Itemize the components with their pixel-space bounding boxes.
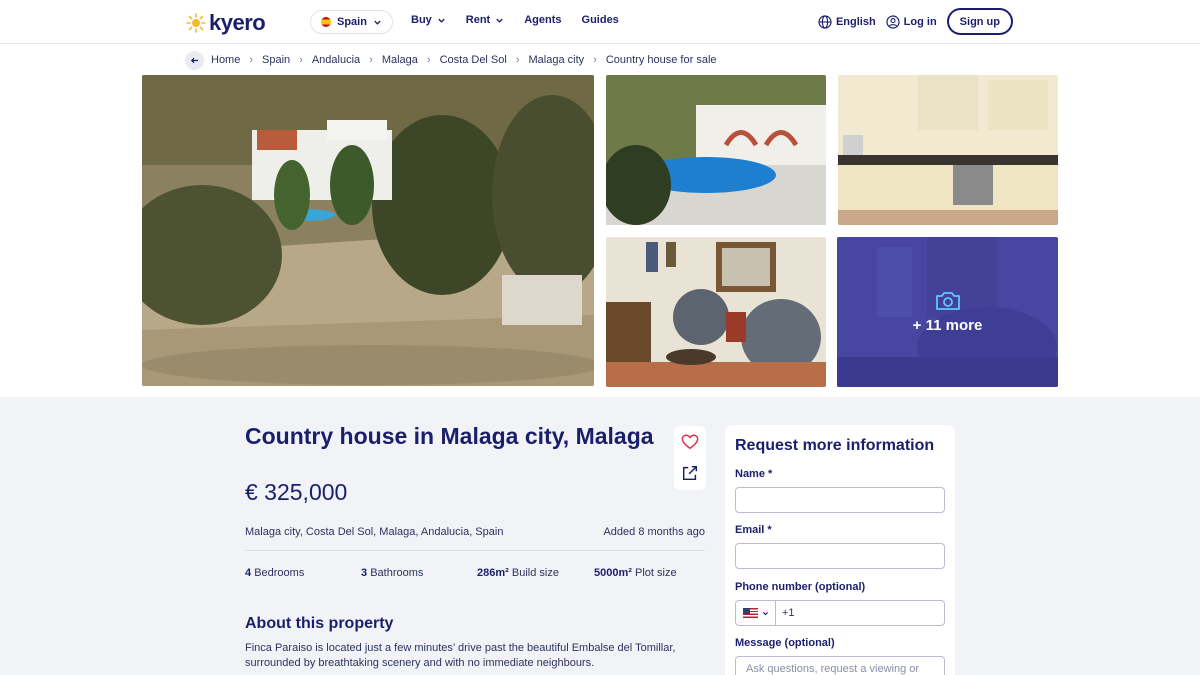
phone-field: +1: [735, 600, 945, 626]
language-selector[interactable]: English: [818, 14, 876, 29]
globe-icon: [818, 14, 832, 29]
phone-number-input[interactable]: +1: [776, 607, 795, 619]
stat-bathrooms: 3 Bathrooms: [361, 567, 423, 579]
more-photos-overlay: + 11 more: [837, 237, 1058, 387]
sun-icon: [186, 13, 206, 33]
user-icon: [886, 14, 900, 29]
about-heading: About this property: [245, 615, 394, 632]
arrow-left-icon: [190, 57, 199, 63]
country-selector[interactable]: Spain: [310, 10, 393, 34]
nav-buy-label: Buy: [411, 14, 432, 26]
main-nav: Buy Rent Agents Guides: [411, 14, 619, 26]
language-label: English: [835, 15, 876, 28]
country-code-selector[interactable]: [736, 601, 776, 625]
breadcrumb-item-spain[interactable]: Spain: [262, 54, 290, 66]
stat-plot-size-label: Plot size: [634, 567, 677, 579]
listing-price: € 325,000: [245, 479, 348, 505]
us-flag-icon: [742, 608, 758, 618]
chevron-down-icon: [762, 611, 768, 615]
nav-agents[interactable]: Agents: [524, 14, 561, 26]
chevron-down-icon: [374, 20, 381, 25]
stat-bedrooms: 4 Bedrooms: [245, 567, 304, 579]
chevron-down-icon: [496, 18, 503, 23]
login-label: Log in: [903, 15, 937, 28]
living-room-photo[interactable]: [606, 237, 826, 387]
stat-build-size: 286m² Build size: [477, 567, 559, 579]
chevron-right-icon: ›: [426, 54, 431, 66]
nav-rent-label: Rent: [465, 14, 491, 26]
form-heading: Request more information: [735, 437, 935, 454]
breadcrumb-item-andalucia[interactable]: Andalucia: [312, 54, 360, 66]
name-field[interactable]: [735, 487, 945, 513]
signup-button[interactable]: Sign up: [946, 8, 1013, 35]
header-actions: English Log in Sign up: [818, 8, 1013, 35]
listing-location: Malaga city, Costa Del Sol, Malaga, Anda…: [245, 526, 504, 538]
stat-bathrooms-value: 3: [361, 567, 368, 579]
nav-agents-label: Agents: [524, 14, 562, 26]
login-link[interactable]: Log in: [886, 14, 937, 29]
message-label: Message (optional): [735, 637, 835, 649]
stat-plot-size: 5000m² Plot size: [594, 567, 677, 579]
email-field[interactable]: [735, 543, 945, 569]
chevron-right-icon: ›: [249, 54, 254, 66]
stat-plot-size-value: 5000m²: [594, 567, 632, 579]
pool-photo[interactable]: [606, 75, 826, 225]
chevron-right-icon: ›: [299, 54, 303, 66]
chevron-right-icon: ›: [369, 54, 373, 66]
breadcrumb-item-home[interactable]: Home: [211, 54, 240, 66]
chevron-down-icon: [438, 18, 445, 23]
back-button[interactable]: [185, 50, 204, 70]
more-photos-tile[interactable]: + 11 more: [837, 237, 1058, 387]
contact-form: Request more information Name * Email * …: [725, 425, 955, 675]
listing-actions: [674, 426, 706, 490]
stat-bathrooms-label: Bathrooms: [370, 567, 424, 579]
kitchen-photo[interactable]: [838, 75, 1058, 225]
message-field[interactable]: Ask questions, request a viewing or: [735, 656, 945, 675]
spain-flag-icon: [321, 17, 331, 27]
listing-added-date: Added 8 months ago: [603, 526, 705, 538]
kyero-logo[interactable]: kyero: [186, 10, 266, 36]
stat-build-size-label: Build size: [511, 567, 559, 579]
chevron-right-icon: ›: [515, 54, 520, 66]
divider: [245, 550, 705, 551]
email-label: Email *: [735, 524, 772, 536]
camera-icon: [935, 291, 960, 310]
name-label: Name *: [735, 468, 773, 480]
main-property-photo[interactable]: [142, 75, 594, 386]
more-photos-label: + 11 more: [912, 316, 983, 334]
nav-guides-label: Guides: [581, 14, 619, 26]
breadcrumb: Home › Spain › Andalucia › Malaga › Cost…: [185, 50, 717, 70]
stat-build-size-value: 286m²: [477, 567, 509, 579]
breadcrumb-item-current: Country house for sale: [605, 54, 717, 66]
logo-text: kyero: [209, 10, 266, 35]
breadcrumb-item-costa-del-sol[interactable]: Costa Del Sol: [440, 54, 507, 66]
stat-bedrooms-label: Bedrooms: [254, 567, 305, 579]
country-label: Spain: [337, 16, 367, 28]
nav-buy[interactable]: Buy: [411, 14, 446, 26]
share-icon[interactable]: [681, 464, 699, 482]
top-header: kyero Spain Buy Rent Agents Guides Engli…: [0, 0, 1200, 44]
breadcrumb-item-malaga[interactable]: Malaga: [382, 54, 418, 66]
breadcrumb-item-malaga-city[interactable]: Malaga city: [529, 54, 585, 66]
chevron-right-icon: ›: [593, 54, 597, 66]
about-text: Finca Paraiso is located just a few minu…: [245, 642, 676, 669]
phone-label: Phone number (optional): [735, 581, 866, 593]
stat-bedrooms-value: 4: [245, 567, 252, 579]
nav-guides[interactable]: Guides: [582, 14, 619, 26]
nav-rent[interactable]: Rent: [466, 14, 504, 26]
listing-title: Country house in Malaga city, Malaga: [245, 423, 654, 449]
heart-icon[interactable]: [681, 433, 699, 451]
